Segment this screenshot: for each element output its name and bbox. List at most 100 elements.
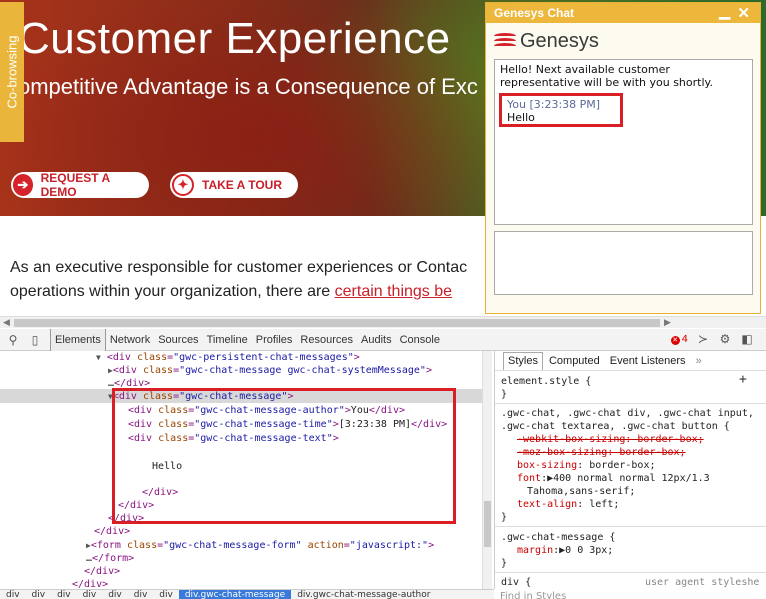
breadcrumb-item[interactable]: div [77, 590, 103, 599]
message-author: You [507, 98, 526, 111]
certain-things-link[interactable]: certain things be [335, 283, 452, 300]
breadcrumb-item[interactable]: div [153, 590, 179, 599]
css-property[interactable]: text-align: left; [517, 498, 619, 511]
dom-scrollbar[interactable] [482, 351, 492, 589]
tab-event-listeners[interactable]: Event Listeners [606, 352, 690, 370]
breadcrumb-item[interactable]: div.gwc-chat-message-author [291, 590, 436, 599]
dom-node-persistent-messages[interactable]: ▼ <div class="gwc-persistent-chat-messag… [96, 351, 360, 365]
hero-title: Customer Experience [18, 14, 451, 63]
minimize-icon[interactable]: ▁ [719, 3, 730, 20]
rule-divider [495, 403, 766, 404]
styles-pane: Styles Computed Event Listeners » elemen… [494, 351, 766, 589]
rule-selector[interactable]: div { [501, 576, 531, 589]
tab-profiles[interactable]: Profiles [252, 329, 297, 351]
scrollbar-thumb[interactable] [14, 319, 660, 327]
dom-close-tag: </div> [72, 579, 109, 589]
cobrowsing-tab[interactable]: Co-browsing [0, 2, 24, 142]
genesys-brand: Genesys [520, 30, 599, 52]
find-in-styles-input[interactable]: Find in Styles [500, 591, 566, 599]
scroll-right-icon[interactable]: ▶ [664, 317, 671, 328]
error-count: 4 [681, 333, 688, 345]
css-property-continuation: Tahoma,sans-serif; [527, 486, 636, 497]
user-agent-source: user agent styleshe [645, 577, 760, 588]
css-property-overridden[interactable]: -moz-box-sizing: border-box; [517, 446, 686, 459]
breadcrumb-item[interactable]: div [26, 590, 52, 599]
dom-node-system-message[interactable]: ▶<div class="gwc-chat-message gwc-chat-s… [108, 364, 432, 378]
take-tour-label: TAKE A TOUR [202, 178, 282, 192]
system-message: Hello! Next available customer represent… [500, 63, 713, 89]
tab-sources[interactable]: Sources [154, 329, 202, 351]
tab-computed[interactable]: Computed [545, 352, 604, 370]
rule-divider [495, 572, 766, 573]
devtools-panel: ⚲ ▯ Elements Network Sources Timeline Pr… [0, 328, 766, 599]
error-counter[interactable]: ✕ 4 [670, 333, 688, 345]
dock-icon[interactable]: ◧ [740, 332, 754, 346]
breadcrumb-item[interactable]: div [0, 590, 26, 599]
rule-selector[interactable]: .gwc-chat, .gwc-chat div, .gwc-chat inpu… [501, 407, 754, 420]
dom-tree: ▼ <div class="gwc-persistent-chat-messag… [0, 351, 482, 589]
devtools-toolbar: ⚲ ▯ Elements Network Sources Timeline Pr… [0, 328, 766, 351]
chat-title: Genesys Chat [494, 6, 575, 20]
dom-node-message-form[interactable]: ▶<form class="gwc-chat-message-form" act… [86, 539, 434, 553]
rule-close-brace: } [501, 558, 508, 569]
breadcrumb-item[interactable]: div [51, 590, 77, 599]
dom-close-tag: </div> [94, 526, 131, 537]
hero-subtitle: ompetitive Advantage is a Consequence of… [18, 74, 478, 99]
console-drawer-icon[interactable]: ≻ [696, 332, 710, 346]
genesys-logo: Genesys [494, 30, 599, 53]
css-property-overridden[interactable]: -webkit-box-sizing: border-box; [517, 433, 704, 446]
tab-audits[interactable]: Audits [357, 329, 396, 351]
rule-close-brace: } [501, 389, 508, 400]
rule-divider [495, 526, 766, 527]
page-horizontal-scrollbar[interactable]: ◀ ▶ [0, 316, 766, 328]
tab-console[interactable]: Console [396, 329, 444, 351]
take-tour-button[interactable]: ✦ TAKE A TOUR [170, 172, 298, 198]
more-tabs-icon[interactable]: » [692, 352, 706, 370]
devtools-right-controls: ✕ 4 ≻ ⚙ ◧ [670, 332, 762, 346]
gear-icon[interactable]: ⚙ [718, 332, 732, 346]
tab-network[interactable]: Network [106, 329, 154, 351]
arrow-right-icon: ➔ [13, 174, 33, 196]
dom-close-tag: …</form> [86, 553, 135, 564]
tab-elements[interactable]: Elements [50, 328, 106, 351]
error-icon: ✕ [670, 335, 680, 345]
css-property[interactable]: font:▶400 normal normal 12px/1.3 [517, 472, 710, 485]
dom-scrollbar-thumb[interactable] [484, 501, 491, 547]
tab-styles[interactable]: Styles [503, 351, 543, 370]
intro-paragraph: As an executive responsible for customer… [10, 256, 510, 304]
search-icon[interactable]: ⚲ [6, 333, 20, 347]
breadcrumb-item-active[interactable]: div.gwc-chat-message [178, 590, 292, 599]
tab-resources[interactable]: Resources [296, 329, 357, 351]
css-property[interactable]: margin:▶0 0 3px; [517, 544, 613, 557]
intro-line-2: operations within your organization, the… [10, 280, 510, 304]
request-demo-label: REQUEST A DEMO [40, 171, 110, 199]
add-rule-icon[interactable]: + [739, 373, 747, 386]
rule-close-brace: } [501, 512, 508, 523]
user-message: You [3:23:38 PM] Hello [499, 93, 623, 127]
element-style-rule[interactable]: element.style { [501, 375, 591, 388]
message-time: [3:23:38 PM] [529, 98, 601, 111]
css-property[interactable]: box-sizing: border-box; [517, 459, 656, 472]
chat-titlebar[interactable]: Genesys Chat ▁ ✕ [486, 3, 760, 23]
chat-input[interactable] [494, 231, 753, 295]
breadcrumb-item[interactable]: div [128, 590, 154, 599]
intro-line-1: As an executive responsible for customer… [10, 259, 468, 276]
rule-selector[interactable]: .gwc-chat-message { [501, 531, 615, 544]
styles-tabs: Styles Computed Event Listeners » [495, 351, 766, 371]
message-author-line: You [3:23:38 PM] [507, 98, 615, 111]
intro-line-2-text: operations within your organization, the… [10, 283, 335, 300]
breadcrumb-item[interactable]: div [102, 590, 128, 599]
dom-highlight-box [112, 388, 456, 524]
chat-transcript: Hello! Next available customer represent… [494, 59, 753, 225]
rule-selector[interactable]: .gwc-chat textarea, .gwc-chat button { [501, 420, 730, 433]
tab-timeline[interactable]: Timeline [203, 329, 252, 351]
request-demo-button[interactable]: ➔ REQUEST A DEMO [11, 171, 149, 199]
scroll-left-icon[interactable]: ◀ [3, 317, 10, 328]
device-mode-icon[interactable]: ▯ [28, 333, 42, 347]
close-icon[interactable]: ✕ [737, 4, 750, 22]
dom-close-tag: </div> [84, 566, 121, 577]
cobrowsing-label: Co-browsing [4, 35, 20, 109]
genesys-swirl-icon [494, 32, 516, 51]
chat-widget: Genesys Chat ▁ ✕ Genesys Hello! Next ava… [485, 2, 761, 314]
compass-icon: ✦ [172, 174, 194, 196]
